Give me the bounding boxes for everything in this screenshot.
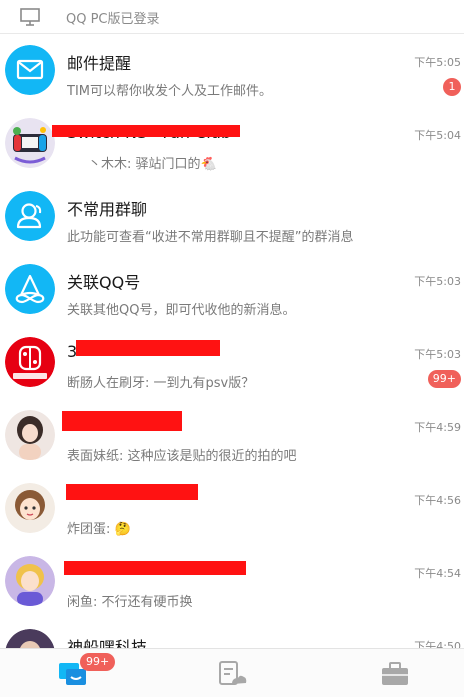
unread-badge: 99+ [427, 370, 461, 388]
briefcase-tab-icon [382, 662, 408, 685]
conversation-time: 下午5:03 [414, 275, 461, 288]
conversation-time: 下午4:50 [414, 640, 461, 648]
conversation-title: 关联QQ号 [67, 273, 141, 292]
conversation-preview: 断肠人在刷牙: 一到九有psv版？ [67, 376, 255, 391]
conversation-item-linked-qq[interactable]: 关联QQ号 关联其他QQ号，即可代收他的新消息。 下午5:03 [0, 253, 464, 326]
conversation-title: 神船嘿科技 [67, 638, 148, 648]
conversation-list[interactable]: 邮件提醒 TIM可以帮你收发个人及工作邮件。 下午5:05 1 Switch N… [0, 34, 464, 648]
conversation-item-contact-3[interactable]: 闲鱼: 不行还有硬币换 下午4:54 [0, 545, 464, 618]
user-avatar [5, 483, 55, 533]
unread-badge: 1 [443, 78, 461, 96]
mail-icon [5, 45, 55, 95]
redaction-mark [66, 484, 198, 500]
pc-login-bar[interactable]: QQ PC版已登录 [0, 0, 464, 34]
conversation-title: 不常用群聊 [67, 200, 148, 219]
conversation-preview: 此功能可查看“收进不常用群聊且不提醒”的群消息 [67, 230, 354, 245]
conversation-item-uncommon-groups[interactable]: 不常用群聊 此功能可查看“收进不常用群聊且不提醒”的群消息 [0, 180, 464, 253]
conversation-time: 下午4:56 [414, 494, 461, 507]
conversation-preview: 闲鱼: 不行还有硬币换 [67, 595, 193, 610]
conversation-time: 下午4:54 [414, 567, 461, 580]
redaction-mark [64, 561, 246, 575]
conversation-preview: 丶木木: 驿站门口的🐔 [88, 157, 217, 172]
conversation-preview: TIM可以帮你收发个人及工作邮件。 [67, 84, 272, 99]
redaction-mark [76, 340, 220, 356]
conversation-item-mail[interactable]: 邮件提醒 TIM可以帮你收发个人及工作邮件。 下午5:05 1 [0, 34, 464, 107]
conversation-time: 下午4:59 [414, 421, 461, 434]
conversation-item-contact-2[interactable]: 炸团蛋: 🤔 下午4:56 [0, 472, 464, 545]
people-icon [5, 191, 55, 241]
tab-workspace[interactable] [217, 660, 247, 688]
redaction-mark [62, 411, 182, 431]
conversation-item-contact-4[interactable]: 神船嘿科技 下午4:50 [0, 618, 464, 648]
conversation-item-switch-group[interactable]: 3 断肠人在刷牙: 一到九有psv版？ 下午5:03 99+ [0, 326, 464, 399]
workspace-tab-icon [219, 661, 247, 685]
user-avatar [5, 410, 55, 460]
tab-tools[interactable] [380, 660, 410, 688]
redaction-mark [52, 125, 240, 137]
conversation-preview: 表面妹纸: 这种应该是贴的很近的拍的吧 [67, 449, 297, 464]
user-avatar [5, 629, 55, 648]
group-avatar [5, 118, 55, 168]
user-avatar [5, 556, 55, 606]
conversation-item-group[interactable]: Switch NS · Fan Club 丶木木: 驿站门口的🐔 下午5:04 [0, 107, 464, 180]
link-account-icon [5, 264, 55, 314]
conversation-preview: 炸团蛋: 🤔 [67, 522, 131, 537]
pc-login-status: QQ PC版已登录 [66, 12, 160, 27]
bottom-navigation: 99+ [0, 648, 464, 697]
conversation-time: 下午5:05 [414, 56, 461, 69]
conversation-title: 邮件提醒 [67, 54, 132, 73]
desktop-icon [20, 8, 40, 26]
conversation-item-contact-1[interactable]: 表面妹纸: 这种应该是贴的很近的拍的吧 下午4:59 [0, 399, 464, 472]
conversation-preview: 关联其他QQ号，即可代收他的新消息。 [67, 303, 296, 318]
conversation-time: 下午5:04 [414, 129, 461, 142]
nintendo-switch-logo [5, 337, 55, 387]
messages-unread-badge: 99+ [80, 653, 116, 671]
conversation-time: 下午5:03 [414, 348, 461, 361]
